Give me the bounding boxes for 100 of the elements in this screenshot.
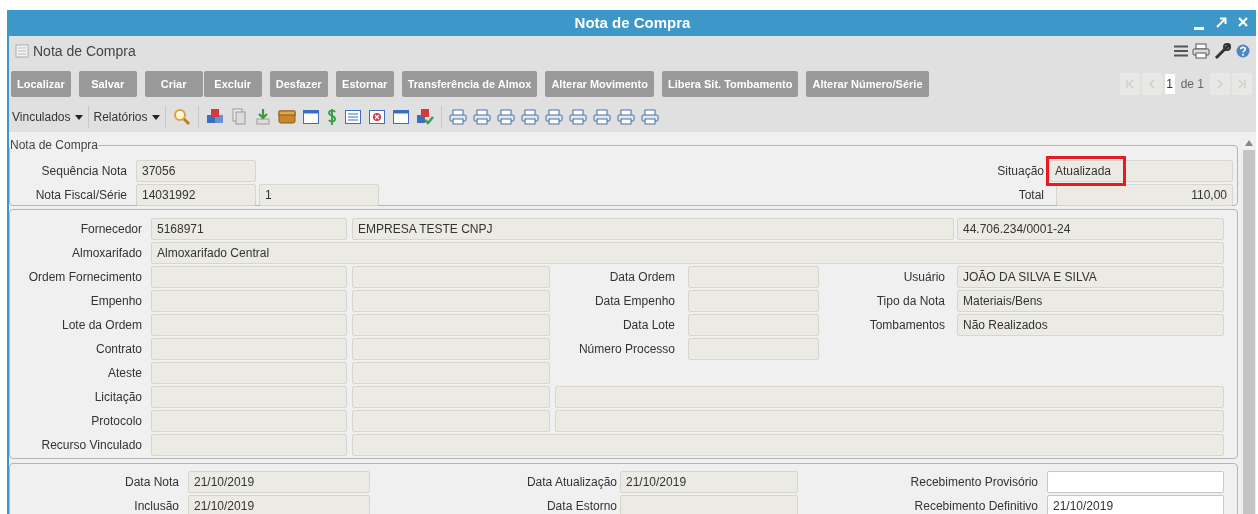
text-field[interactable] [688, 266, 819, 288]
tools-icon[interactable] [1214, 42, 1232, 60]
field-label: Situação [997, 163, 1044, 180]
text-field[interactable] [352, 386, 550, 408]
text-field[interactable] [151, 386, 347, 408]
text-field[interactable]: 44.706.234/0001-24 [957, 218, 1224, 240]
text-field[interactable] [151, 434, 347, 456]
text-field[interactable]: 21/10/2019 [1047, 495, 1224, 514]
field-label: Almoxarifado [71, 245, 142, 262]
documents-icon[interactable] [229, 108, 248, 126]
text-field[interactable] [151, 266, 347, 288]
text-field[interactable] [352, 314, 550, 336]
field-label: Data Atualização [526, 474, 617, 491]
printer-icon[interactable] [640, 108, 659, 126]
text-field[interactable] [688, 314, 819, 336]
text-field[interactable] [151, 362, 347, 384]
field-label: Recurso Vinculado [41, 437, 142, 454]
window-icon[interactable] [301, 108, 320, 126]
cubes-icon[interactable] [205, 108, 224, 126]
field-label: Ateste [107, 365, 142, 382]
text-field[interactable] [620, 495, 798, 514]
text-field[interactable] [688, 338, 819, 360]
printer-icon[interactable] [520, 108, 539, 126]
text-field[interactable]: 21/10/2019 [188, 471, 370, 493]
page-title: Nota de Compra [33, 41, 136, 61]
field-label: Contrato [95, 341, 142, 358]
printer-icon[interactable] [544, 108, 563, 126]
text-field[interactable]: 1 [259, 184, 379, 206]
field-label: Recebimento Definitivo [914, 498, 1038, 514]
page-field[interactable]: 1 [1164, 74, 1175, 94]
text-field[interactable]: Materiais/Bens [957, 290, 1224, 312]
text-field[interactable]: Almoxarifado Central [151, 242, 1224, 264]
page-count: de 1 [1180, 76, 1204, 93]
box-icon[interactable] [277, 108, 296, 126]
text-field[interactable] [1047, 471, 1224, 493]
text-field[interactable] [352, 290, 550, 312]
field-label: Data Estorno [546, 498, 617, 514]
field-label: Data Ordem [609, 269, 675, 286]
text-field[interactable] [352, 338, 550, 360]
text-field[interactable]: 37056 [136, 160, 256, 182]
scrollbar[interactable] [1241, 140, 1256, 514]
field-label: Data Nota [124, 474, 179, 491]
download-icon[interactable] [253, 108, 272, 126]
text-field[interactable] [151, 314, 347, 336]
text-field[interactable] [151, 338, 347, 360]
field-label: Licitação [94, 389, 142, 406]
field-label: Data Empenho [594, 293, 675, 310]
help-icon[interactable] [1236, 44, 1250, 58]
printer-icon[interactable] [592, 108, 611, 126]
dropdown-menu[interactable]: Vinculados [11, 108, 84, 126]
text-field[interactable]: EMPRESA TESTE CNPJ [352, 218, 954, 240]
scrollbar-thumb[interactable] [1242, 150, 1255, 514]
caret-icon [151, 114, 160, 120]
field-label: Ordem Fornecimento [28, 269, 142, 286]
field-label: Fornecedor [80, 221, 142, 238]
text-field[interactable]: 5168971 [151, 218, 347, 240]
document-icon [14, 43, 30, 59]
printer-icon[interactable] [616, 108, 635, 126]
printer-icon[interactable] [496, 108, 515, 126]
printer-icon[interactable] [1192, 43, 1210, 59]
field-label: Inclusão [134, 498, 179, 514]
window-icon[interactable] [391, 108, 410, 126]
text-field[interactable]: 14031992 [136, 184, 256, 206]
text-field[interactable] [555, 410, 1224, 432]
field-label: Lote da Ordem [61, 317, 142, 334]
dropdown-menu[interactable]: Relatórios [92, 108, 161, 126]
chevron-icon [1123, 78, 1136, 90]
field-label: Total [1018, 187, 1044, 204]
text-field[interactable]: Não Realizados [957, 314, 1224, 336]
menu-icon[interactable] [1174, 45, 1188, 57]
text-field[interactable] [151, 410, 347, 432]
text-field[interactable] [555, 386, 1224, 408]
panel-legend: Nota de Compra [10, 136, 99, 154]
text-field[interactable]: 110,00 [1056, 184, 1233, 206]
printer-icon[interactable] [568, 108, 587, 126]
text-field[interactable]: 21/10/2019 [188, 495, 370, 514]
printer-icon[interactable] [448, 108, 467, 126]
close-window-icon[interactable] [367, 108, 386, 126]
field-label: Protocolo [91, 413, 142, 430]
text-field[interactable] [352, 362, 550, 384]
printer-icon[interactable] [472, 108, 491, 126]
field-label: Tipo da Nota [876, 293, 945, 310]
search-icon[interactable] [172, 108, 191, 126]
text-field[interactable] [688, 290, 819, 312]
up-arrow-icon[interactable] [1244, 140, 1253, 146]
window-title: Nota de Compra [574, 12, 691, 33]
text-field[interactable] [352, 434, 1224, 456]
text-field[interactable]: JOÃO DA SILVA E SILVA [957, 266, 1224, 288]
text-field[interactable]: 21/10/2019 [620, 471, 798, 493]
minimize-icon [1194, 27, 1204, 30]
list-icon[interactable] [343, 108, 362, 126]
text-field[interactable]: Atualizada [1049, 160, 1233, 182]
dollar-icon[interactable] [325, 108, 338, 126]
chevron-icon [1236, 78, 1248, 90]
cubes-check-icon[interactable] [415, 108, 434, 126]
text-field[interactable] [151, 290, 347, 312]
maximize-icon [1215, 16, 1227, 28]
text-field[interactable] [352, 410, 550, 432]
text-field[interactable] [352, 266, 550, 288]
field-label: Tombamentos [869, 317, 945, 334]
